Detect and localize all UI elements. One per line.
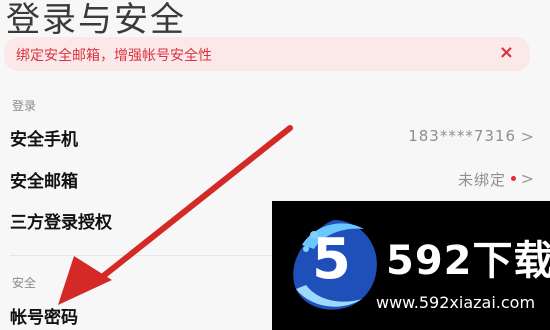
security-tip-banner[interactable]: 绑定安全邮箱，增强帐号安全性 × xyxy=(4,37,530,71)
row-value-email: 未绑定 xyxy=(457,171,506,189)
section-label-login: 登录 xyxy=(12,99,37,113)
row-label-phone: 安全手机 xyxy=(10,130,78,150)
row-label-email: 安全邮箱 xyxy=(10,172,78,192)
watermark-url: www.592xiazai.com xyxy=(376,293,536,312)
watermark-logo-digit: 5 xyxy=(312,227,351,292)
page-title: 登录与安全 xyxy=(6,0,186,40)
section-label-security: 安全 xyxy=(12,276,37,290)
banner-text: 绑定安全邮箱，增强帐号安全性 xyxy=(16,48,212,64)
chevron-right-icon: > xyxy=(520,127,534,146)
chevron-right-icon: > xyxy=(520,169,534,188)
unbound-dot-icon xyxy=(511,176,516,181)
row-label-password: 帐号密码 xyxy=(10,308,78,328)
close-icon[interactable]: × xyxy=(499,42,514,63)
watermark-brand: 592下载 xyxy=(386,238,550,284)
row-label-third-party: 三方登录授权 xyxy=(10,213,112,233)
row-value-phone: 183****7316 xyxy=(408,127,516,145)
